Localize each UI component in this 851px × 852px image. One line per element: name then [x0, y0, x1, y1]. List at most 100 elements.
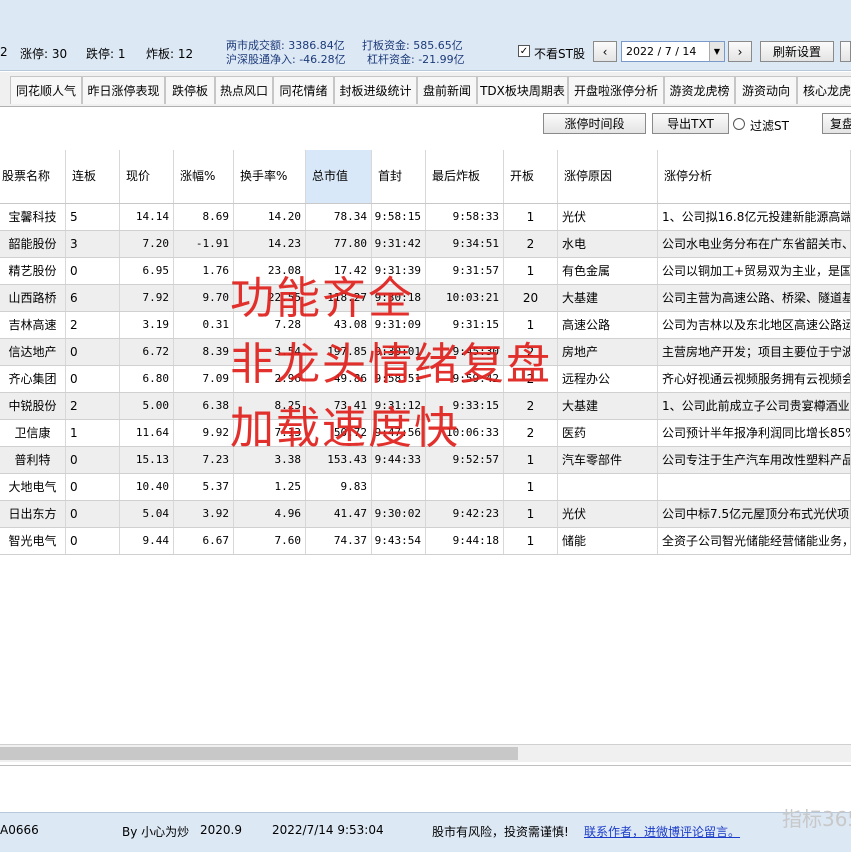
table-cell: 全资子公司智光储能经营储能业务，: [658, 528, 851, 554]
table-cell: 大基建: [558, 285, 658, 311]
table-cell: 0: [66, 474, 120, 500]
table-cell: 5.04: [120, 501, 174, 527]
tab-item[interactable]: 游资龙虎榜: [664, 76, 735, 104]
table-row[interactable]: 智光电气 0 9.44 6.67 7.60 74.37 9:43:54 9:44:18 1 储能全…: [0, 528, 851, 555]
table-cell: 中锐股份: [0, 393, 66, 419]
column-header[interactable]: 连板: [66, 150, 120, 203]
table-cell: 公司主营为高速公路、桥梁、隧道基: [658, 285, 851, 311]
table-cell: 9.92: [174, 420, 234, 446]
table-cell: 9:31:42: [372, 231, 426, 257]
table-row[interactable]: 宝馨科技 5 14.14 8.69 14.20 78.34 9:58:15 9:58:33 1 光…: [0, 204, 851, 231]
filter-st-radio[interactable]: [733, 118, 745, 130]
table-cell: 公司预计半年报净利润同比增长85%: [658, 420, 851, 446]
column-header[interactable]: 开板: [504, 150, 558, 203]
table-cell: 2: [504, 420, 558, 446]
refresh-settings-button[interactable]: 刷新设置: [760, 41, 834, 62]
table-cell: 9:58:15: [372, 204, 426, 230]
table-cell: 74.37: [306, 528, 372, 554]
filter-st-label: 过滤ST: [750, 119, 789, 133]
review-button[interactable]: 复盘: [822, 113, 851, 134]
overlay-line-1: 功能齐全: [230, 273, 414, 324]
market-leverage: 杠杆资金: -21.99亿: [367, 53, 465, 66]
status-code: A0666: [0, 823, 39, 837]
table-cell: 11.64: [120, 420, 174, 446]
export-txt-button[interactable]: 导出TXT: [652, 113, 729, 134]
table-cell: 0: [66, 366, 120, 392]
table-cell: 41.47: [306, 501, 372, 527]
chevron-down-icon[interactable]: ▼: [709, 42, 724, 61]
tab-item[interactable]: 盘前新闻: [417, 76, 477, 104]
table-cell: 15.13: [120, 447, 174, 473]
table-cell: 1: [504, 501, 558, 527]
table-row[interactable]: 山西路桥 6 7.92 9.70 22.55 118.27 9:30:18 10:03:21 2…: [0, 285, 851, 312]
table-cell: 8.39: [174, 339, 234, 365]
column-header[interactable]: 最后炸板: [426, 150, 504, 203]
next-day-button[interactable]: ›: [728, 41, 752, 62]
column-header[interactable]: 股票名称: [0, 150, 66, 203]
table-cell: 医药: [558, 420, 658, 446]
watermark-logo: 指标365: [782, 807, 851, 831]
column-header[interactable]: 涨幅%: [174, 150, 234, 203]
tab-item[interactable]: 昨日涨停表现: [82, 76, 165, 104]
table-cell: 3: [66, 231, 120, 257]
table-cell: 光伏: [558, 204, 658, 230]
table-cell: 1.25: [234, 474, 306, 500]
table-cell: 储能: [558, 528, 658, 554]
limit-time-button[interactable]: 涨停时间段: [543, 113, 646, 134]
table-row[interactable]: 韶能股份 3 7.20 -1.91 14.23 77.80 9:31:42 9:34:51 2 水…: [0, 231, 851, 258]
table-cell: 6.38: [174, 393, 234, 419]
table-cell: 公司以铜加工+贸易双为主业，是国内: [658, 258, 851, 284]
column-header[interactable]: 换手率%: [234, 150, 306, 203]
table-cell: 0: [66, 339, 120, 365]
tab-item[interactable]: 热点风口: [215, 76, 273, 104]
table-cell: 大地电气: [0, 474, 66, 500]
tab-item[interactable]: 同花顺人气: [10, 76, 82, 104]
column-header[interactable]: 涨停原因: [558, 150, 658, 203]
table-cell: 日出东方: [0, 501, 66, 527]
tab-item[interactable]: 封板进级统计: [334, 76, 417, 104]
tab-item[interactable]: TDX板块周期表: [477, 76, 568, 104]
extra-button[interactable]: [840, 41, 851, 62]
table-cell: 房地产: [558, 339, 658, 365]
table-cell: 9.83: [306, 474, 372, 500]
table-cell: 9:58:33: [426, 204, 504, 230]
horizontal-scrollbar[interactable]: [0, 744, 851, 762]
table-cell: 1、公司拟16.8亿元投建新能源高端装: [658, 204, 851, 230]
table-cell: 吉林高速: [0, 312, 66, 338]
tab-item[interactable]: 跌停板: [165, 76, 215, 104]
prev-day-button[interactable]: ‹: [593, 41, 617, 62]
table-row[interactable]: 精艺股份 0 6.95 1.76 23.08 17.42 9:31:39 9:31:57 1 有色…: [0, 258, 851, 285]
table-cell: 7.92: [120, 285, 174, 311]
tab-item[interactable]: 同花情绪: [273, 76, 334, 104]
table-cell: 7.20: [120, 231, 174, 257]
date-picker[interactable]: 2022 / 7 / 14 ▼: [621, 41, 725, 62]
table-cell: 20: [504, 285, 558, 311]
scrollbar-thumb[interactable]: [0, 747, 518, 760]
table-cell: 14.20: [234, 204, 306, 230]
column-header[interactable]: 涨停分析: [658, 150, 851, 203]
stat-partial: 2: [0, 45, 8, 59]
hide-st-checkbox[interactable]: ✓: [518, 45, 530, 57]
table-row[interactable]: 大地电气 0 10.40 5.37 1.25 9.83 1: [0, 474, 851, 501]
table-cell: 6.67: [174, 528, 234, 554]
tab-item[interactable]: 核心龙虎: [797, 76, 851, 104]
contact-author-link[interactable]: 联系作者，进微博评论留言。: [584, 823, 740, 840]
table-cell: 0.31: [174, 312, 234, 338]
table-cell: 2: [66, 312, 120, 338]
column-header[interactable]: 总市值: [306, 150, 372, 203]
column-header[interactable]: 现价: [120, 150, 174, 203]
table-cell: 1.76: [174, 258, 234, 284]
table-cell: 公司水电业务分布在广东省韶关市、: [658, 231, 851, 257]
column-header[interactable]: 首封: [372, 150, 426, 203]
table-row[interactable]: 日出东方 0 5.04 3.92 4.96 41.47 9:30:02 9:42:23 1 光伏公…: [0, 501, 851, 528]
table-cell: 9:34:51: [426, 231, 504, 257]
tab-item[interactable]: 游资动向: [735, 76, 797, 104]
table-cell: 宝馨科技: [0, 204, 66, 230]
table-cell: 0: [66, 501, 120, 527]
table-cell: 2: [504, 231, 558, 257]
table-cell: 1: [504, 204, 558, 230]
market-north-flow: 沪深股通净入: -46.28亿: [226, 53, 346, 66]
tab-item[interactable]: 开盘啦涨停分析: [568, 76, 664, 104]
table-cell: 普利特: [0, 447, 66, 473]
table-cell: 0: [66, 258, 120, 284]
